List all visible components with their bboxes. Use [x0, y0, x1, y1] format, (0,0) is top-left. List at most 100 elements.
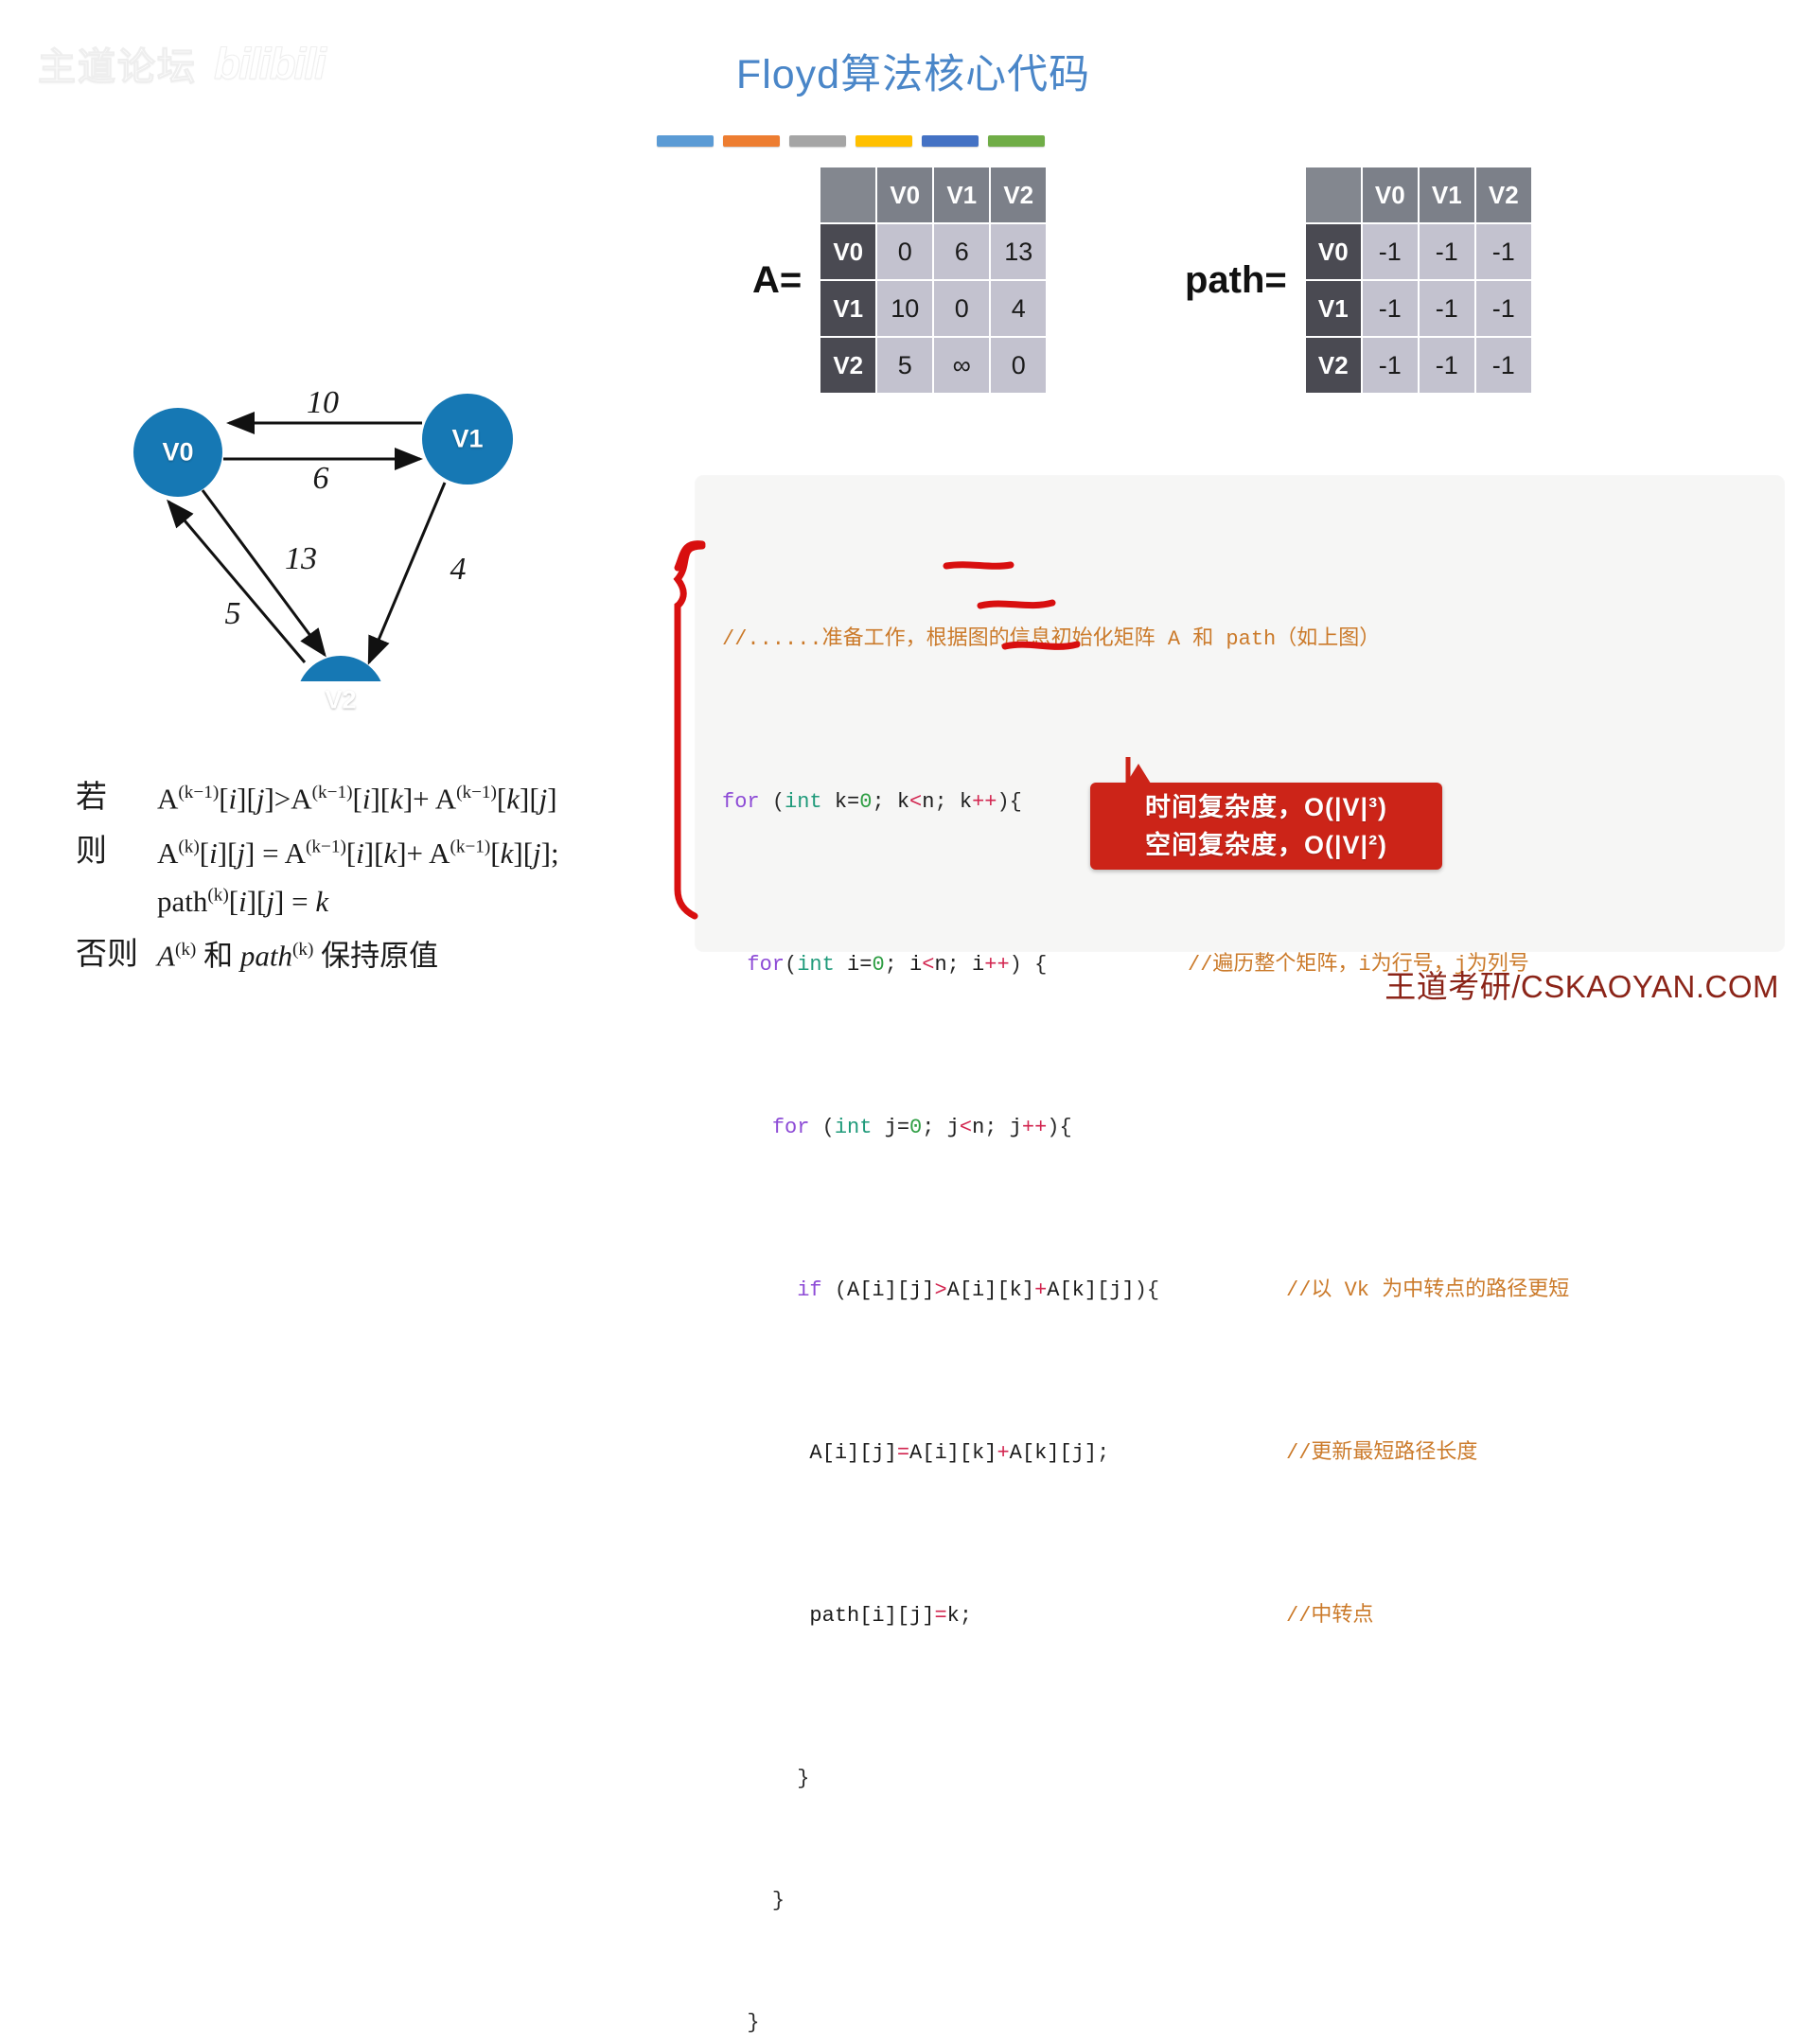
accent-bar-4: [856, 135, 912, 147]
brace-close-if: }: [797, 1767, 810, 1790]
graph-node-v0[interactable]: [133, 408, 222, 497]
brace-close-i: }: [747, 2011, 760, 2035]
matrix-path-group: path= V0 V1 V2 V0 -1 -1 -1 V1 -1 -1 -1 V…: [1185, 166, 1533, 395]
accent-bar-1: [657, 135, 714, 147]
matrix-a-cell-2-2: 0: [991, 338, 1047, 393]
matrix-a-label: A=: [752, 258, 803, 301]
matrix-a-table: V0 V1 V2 V0 0 6 13 V1 10 0 4 V2 5 ∞ 0: [819, 166, 1049, 395]
matrix-path-cell-1-2: -1: [1475, 281, 1531, 336]
formula-then-label: 则: [76, 833, 107, 869]
watermark-logo: 主道论坛 bilibili: [38, 36, 327, 91]
code-line-brace-3: }: [722, 2002, 1776, 2043]
accent-bar-5: [922, 135, 979, 147]
directed-graph-diagram: V0 V1 V2 10 6 13 5 4: [57, 189, 587, 714]
code-line-for-j: for (int j=0; j<n; j++){: [771, 1116, 1072, 1139]
page-title: Floyd算法核心代码: [735, 52, 1091, 97]
watermark-text: 主道论坛: [38, 46, 197, 89]
matrix-path-label: path=: [1185, 258, 1287, 301]
accent-bar-2: [723, 135, 780, 147]
matrix-a-rowhead-v0: V0: [820, 224, 876, 279]
edge-v1-v2: [367, 482, 447, 665]
matrix-a-cell-2-1: ∞: [934, 338, 990, 393]
matrix-a-colhead-v1: V1: [934, 167, 990, 222]
accent-bar-6: [988, 135, 1045, 147]
brace-close-j: }: [771, 1889, 785, 1912]
edge-weight-v0-v1: 6: [312, 461, 329, 496]
edge-v2-v0: [167, 499, 307, 663]
table-row: V1 10 0 4: [820, 281, 1047, 336]
matrix-a-group: A= V0 V1 V2 V0 0 6 13 V1 10 0 4 V2 5 ∞ 0: [752, 166, 1049, 395]
formula-if-row: 若 A(k−1)[i][j]>A(k−1)[i][k]+ A(k−1)[k][j…: [76, 771, 662, 819]
code-comment-update: //更新最短路径长度: [1286, 1441, 1478, 1465]
edge-weight-v2-v0: 5: [224, 596, 241, 631]
code-comment-if: //以 Vk 为中转点的路径更短: [1286, 1278, 1570, 1302]
code-line-brace-2: }: [722, 1880, 1776, 1921]
formula-else-label: 否则: [76, 935, 138, 971]
matrix-path-colhead-v2: V2: [1475, 167, 1531, 222]
graph-node-v1[interactable]: [422, 394, 513, 485]
bilibili-watermark: bilibili: [214, 39, 327, 89]
time-complexity-text: 时间复杂度，O(|V|³): [1144, 793, 1388, 821]
complexity-callout: 时间复杂度，O(|V|³) 空间复杂度，O(|V|²): [1090, 764, 1442, 870]
code-comment-prep: //......准备工作，根据图的信息初始化矩阵 A 和 path（如上图）: [722, 627, 1381, 651]
accent-bar-3: [789, 135, 846, 147]
keyword-for-j: for: [771, 1116, 810, 1139]
keyword-for-k: for: [722, 790, 760, 814]
code-comment-mid: //中转点: [1286, 1604, 1374, 1628]
keyword-if: if: [797, 1278, 822, 1302]
matrix-path-table: V0 V1 V2 V0 -1 -1 -1 V1 -1 -1 -1 V2 -1 -…: [1303, 166, 1533, 395]
code-line-prep: //......准备工作，根据图的信息初始化矩阵 A 和 path（如上图）: [722, 619, 1776, 660]
matrix-path-colhead-v1: V1: [1419, 167, 1474, 222]
formula-else-row: 否则 A(k) 和 path(k) 保持原值: [76, 928, 662, 977]
graph-node-v2[interactable]: [296, 656, 385, 681]
type-int-k: int: [785, 790, 822, 814]
matrix-a-cell-0-0: 0: [877, 224, 933, 279]
code-lines: //......准备工作，根据图的信息初始化矩阵 A 和 path（如上图） f…: [722, 497, 1776, 2044]
matrix-a-cell-0-1: 6: [934, 224, 990, 279]
matrix-path-corner: [1305, 167, 1361, 222]
edge-weight-v1-v2: 4: [450, 552, 467, 587]
matrix-path-cell-1-0: -1: [1362, 281, 1418, 336]
table-row: V1 -1 -1 -1: [1305, 281, 1531, 336]
table-row: V0 -1 -1 -1: [1305, 224, 1531, 279]
callout-tail: [1126, 764, 1151, 784]
matrix-path-colhead-v0: V0: [1362, 167, 1418, 222]
matrix-a-corner: [820, 167, 876, 222]
matrix-a-rowhead-v2: V2: [820, 338, 876, 393]
type-int-i: int: [797, 953, 835, 977]
formula-then-expression-1: A(k)[i][j] = A(k−1)[i][k]+ A(k−1)[k][j];: [157, 836, 559, 870]
matrix-a-cell-1-2: 4: [991, 281, 1047, 336]
matrix-a-colhead-v0: V0: [877, 167, 933, 222]
matrix-a-cell-1-0: 10: [877, 281, 933, 336]
formula-then-row: 则 A(k)[i][j] = A(k−1)[i][k]+ A(k−1)[k][j…: [76, 825, 662, 923]
matrix-a-cell-1-1: 0: [934, 281, 990, 336]
code-line-path: path[i][j]=k;//中转点: [722, 1595, 1776, 1636]
formula-then-expressions: A(k)[i][j] = A(k−1)[i][k]+ A(k−1)[k][j];…: [157, 825, 559, 923]
matrix-path-cell-2-0: -1: [1362, 338, 1418, 393]
matrix-a-colhead-v2: V2: [991, 167, 1047, 222]
space-complexity-text: 空间复杂度，O(|V|²): [1144, 831, 1388, 859]
graph-svg: [133, 394, 513, 681]
slide-canvas: 主道论坛 bilibili Floyd算法核心代码 V0 V1 V2 10 6 …: [0, 0, 1817, 2035]
matrix-path-cell-2-2: -1: [1475, 338, 1531, 393]
table-row: V2 -1 -1 -1: [1305, 338, 1531, 393]
node-label-v2: V2: [325, 685, 357, 714]
code-line-assign: A[i][j]=A[i][k]+A[k][j];//更新最短路径长度: [722, 1433, 1776, 1473]
matrix-path-rowhead-v0: V0: [1305, 224, 1361, 279]
matrix-path-rowhead-v1: V1: [1305, 281, 1361, 336]
formula-if-label: 若: [76, 779, 107, 814]
formula-if-expression: A(k−1)[i][j]>A(k−1)[i][k]+ A(k−1)[k][j]: [157, 782, 557, 816]
matrix-a-cell-0-2: 13: [991, 224, 1047, 279]
table-header-row: V0 V1 V2: [1305, 167, 1531, 222]
matrix-path-cell-0-2: -1: [1475, 224, 1531, 279]
table-row: V0 0 6 13: [820, 224, 1047, 279]
matrix-path-cell-0-1: -1: [1419, 224, 1474, 279]
code-line-brace-1: }: [722, 1758, 1776, 1799]
keyword-for-i: for: [747, 953, 785, 977]
type-int-j: int: [834, 1116, 873, 1139]
accent-bar-row: [657, 135, 1045, 147]
matrix-a-cell-2-0: 5: [877, 338, 933, 393]
formula-then-expression-2: path(k)[i][j] = k: [157, 884, 329, 918]
table-row: V2 5 ∞ 0: [820, 338, 1047, 393]
matrix-path-cell-2-1: -1: [1419, 338, 1474, 393]
